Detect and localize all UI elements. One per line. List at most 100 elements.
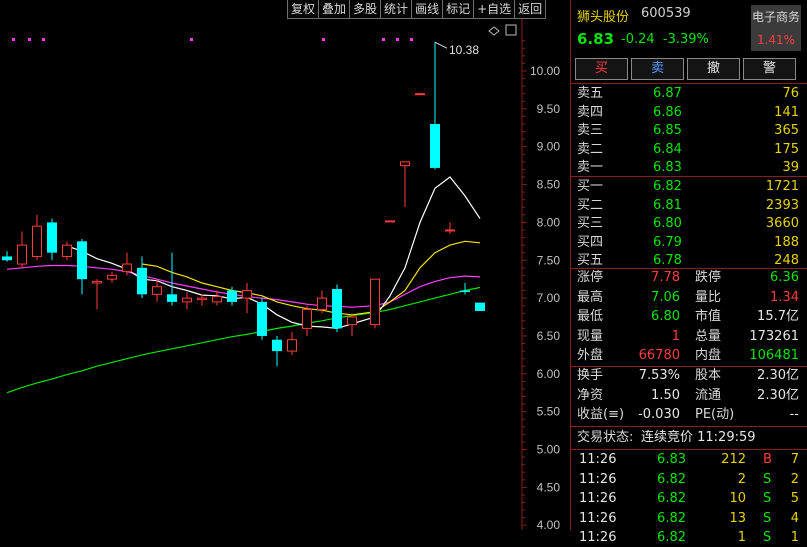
candle-body bbox=[415, 93, 425, 96]
stat-value: 1.34 bbox=[770, 289, 799, 305]
tick-row: 11:26 6.82 13 S 4 bbox=[571, 509, 807, 528]
square-icon bbox=[505, 24, 517, 36]
sells-row[interactable]: 卖四 6.86 141 bbox=[571, 103, 807, 122]
max-pointer bbox=[434, 41, 448, 49]
candle-body bbox=[62, 244, 72, 257]
candle-body bbox=[32, 225, 42, 257]
candle-body bbox=[152, 286, 162, 295]
candle-body bbox=[197, 297, 207, 301]
stat-label: 净资 bbox=[577, 387, 604, 403]
candle-body bbox=[287, 339, 297, 352]
quote-row: 外盘 66780 内盘 106481 bbox=[571, 346, 807, 365]
stat-value: 6.36 bbox=[770, 270, 799, 285]
tick-price: 6.83 bbox=[657, 452, 686, 467]
change-value: -0.24 bbox=[621, 32, 655, 47]
level-volume: 2393 bbox=[765, 197, 799, 213]
candle-body bbox=[272, 339, 282, 352]
stat-label: 量比 bbox=[695, 289, 722, 305]
sells-row[interactable]: 卖五 6.87 76 bbox=[571, 84, 807, 103]
candle-body bbox=[460, 290, 470, 293]
buys-row[interactable]: 买一 6.82 1721 bbox=[571, 177, 807, 196]
level-price: 6.86 bbox=[653, 104, 682, 120]
divider bbox=[571, 426, 807, 427]
quote-row: 最高 7.06 量比 1.34 bbox=[571, 288, 807, 307]
sector-badge[interactable]: 电子商务 1.41% bbox=[751, 5, 801, 51]
y-tick-label: 8.00 bbox=[537, 215, 561, 229]
candle-body bbox=[17, 244, 27, 265]
candle-body bbox=[167, 294, 177, 302]
sell-button[interactable]: 卖 bbox=[631, 58, 684, 80]
toolbar-item[interactable]: 叠加 bbox=[318, 0, 351, 19]
tick-price: 6.82 bbox=[657, 471, 686, 487]
alert-button[interactable]: 警 bbox=[743, 58, 796, 80]
stat-value: 7.78 bbox=[651, 270, 680, 285]
level-price: 6.84 bbox=[653, 141, 682, 157]
candle-body bbox=[332, 289, 342, 329]
tick-volume: 10 bbox=[729, 491, 746, 506]
y-tick-label: 4.50 bbox=[537, 480, 561, 494]
buy-button[interactable]: 买 bbox=[575, 58, 628, 80]
level-price: 6.80 bbox=[653, 216, 682, 231]
toolbar-item[interactable]: 多股 bbox=[349, 0, 382, 19]
toolbar-item[interactable]: 统计 bbox=[380, 0, 413, 19]
y-tick-label: 5.50 bbox=[537, 405, 561, 419]
y-tick-label: 8.50 bbox=[537, 178, 561, 192]
buys-row[interactable]: 买四 6.79 188 bbox=[571, 233, 807, 252]
sells-row[interactable]: 卖三 6.85 365 bbox=[571, 121, 807, 140]
kline-chart: 10.00 9.50 9.00 8.50 8.00 7.50 7.00 6.50 6.00 5.5… bbox=[2, 19, 561, 530]
candle-body bbox=[445, 229, 455, 232]
level-price: 6.83 bbox=[653, 160, 682, 175]
toolbar-item[interactable]: 复权 bbox=[287, 0, 320, 19]
y-tick-label: 5.00 bbox=[537, 443, 561, 457]
candle-body bbox=[227, 290, 237, 302]
ma5-line bbox=[66, 176, 481, 330]
sells-row[interactable]: 卖一 6.83 39 bbox=[571, 158, 807, 177]
stat-value: 66780 bbox=[638, 348, 680, 363]
level-label: 卖三 bbox=[577, 123, 604, 138]
stat-value: 1 bbox=[671, 328, 680, 344]
stock-change: -0.24 -3.39% bbox=[621, 32, 709, 47]
ma60-line bbox=[6, 286, 481, 394]
stat-label: 外盘 bbox=[577, 348, 604, 363]
stat-label: 最高 bbox=[577, 289, 604, 305]
stat-value: 1.50 bbox=[651, 387, 680, 403]
marker-dot bbox=[42, 38, 45, 41]
candle-body bbox=[317, 297, 327, 310]
toolbar-item[interactable]: 标记 bbox=[442, 0, 475, 19]
level-label: 买四 bbox=[577, 234, 604, 250]
tick-volume: 2 bbox=[737, 471, 746, 487]
tick-count: 5 bbox=[790, 491, 799, 506]
sells-row[interactable]: 卖二 6.84 175 bbox=[571, 140, 807, 159]
buys-row[interactable]: 买三 6.80 3660 bbox=[571, 214, 807, 233]
stat-value: 7.06 bbox=[651, 289, 680, 305]
stat-value: 173261 bbox=[749, 328, 799, 344]
stat-value: -- bbox=[789, 407, 799, 422]
quote-row: 现量 1 总量 173261 bbox=[571, 327, 807, 346]
candle-body bbox=[347, 316, 357, 326]
chart-toolbar: 复权 叠加 多股 统计 画线 标记 +自选 返回 bbox=[287, 0, 547, 19]
candle-body bbox=[242, 290, 252, 299]
level-volume: 3660 bbox=[765, 216, 799, 231]
tick-count: 2 bbox=[790, 471, 799, 487]
tick-count: 4 bbox=[790, 510, 799, 526]
candle-body bbox=[2, 256, 12, 261]
level-label: 卖一 bbox=[577, 160, 604, 175]
toolbar-item[interactable]: +自选 bbox=[473, 0, 516, 19]
stat-label: 现量 bbox=[577, 328, 604, 344]
marker-dot bbox=[190, 38, 193, 41]
cancel-button[interactable]: 撤 bbox=[687, 58, 740, 80]
max-price-label: 10.38 bbox=[449, 43, 479, 57]
level-price: 6.81 bbox=[653, 197, 682, 213]
buys-row[interactable]: 买二 6.81 2393 bbox=[571, 196, 807, 215]
stat-label: 市值 bbox=[695, 309, 722, 324]
quote-row: 最低 6.80 市值 15.7亿 bbox=[571, 307, 807, 326]
toolbar-item[interactable]: 画线 bbox=[411, 0, 444, 19]
tick-side: S bbox=[763, 471, 772, 487]
candle-body bbox=[77, 241, 87, 280]
tick-time: 11:26 bbox=[579, 452, 617, 467]
y-tick-label: 7.50 bbox=[537, 253, 561, 267]
y-tick-label: 10.00 bbox=[530, 64, 560, 78]
toolbar-item[interactable]: 返回 bbox=[514, 0, 547, 19]
tick-volume: 212 bbox=[721, 452, 746, 467]
fund-row: 收益(≡) -0.030 PE(动) -- bbox=[571, 405, 807, 424]
